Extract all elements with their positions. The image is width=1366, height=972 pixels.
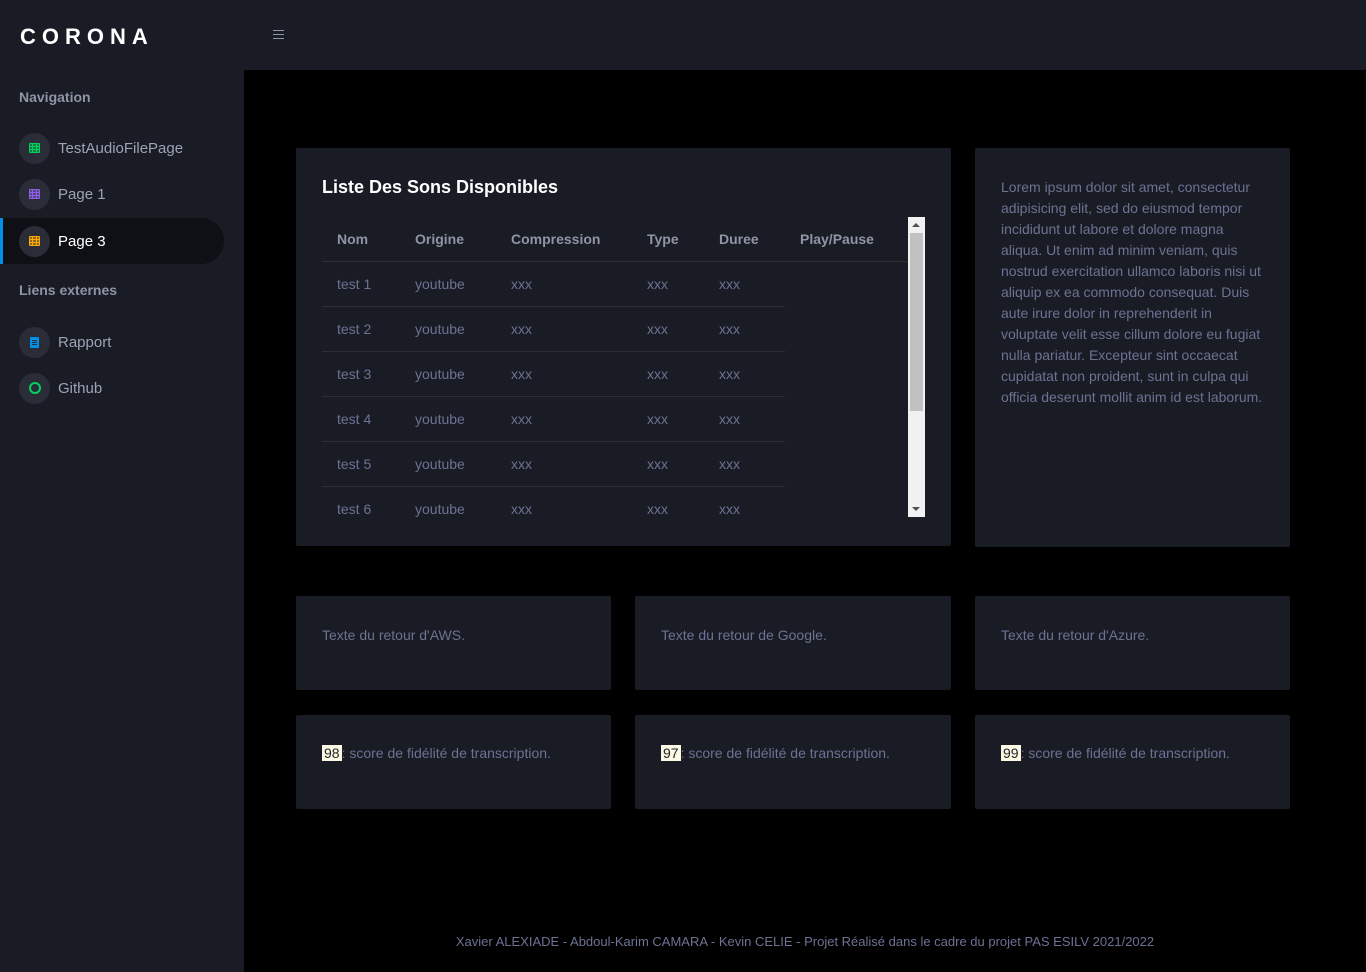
cell-compression: xxx — [496, 441, 632, 487]
column-header-compression: Compression — [496, 217, 632, 262]
cell-compression: xxx — [496, 306, 632, 352]
sidebar-item-github[interactable]: Github — [0, 365, 224, 411]
column-header-origine: Origine — [400, 217, 496, 262]
cell-origine: youtube — [400, 351, 496, 397]
description-card: Lorem ipsum dolor sit amet, consectetur … — [975, 148, 1290, 547]
cell-duree: xxx — [704, 351, 785, 397]
cell-nom: test 6 — [322, 486, 400, 517]
cell-compression: xxx — [496, 486, 632, 517]
cell-compression: xxx — [496, 351, 632, 397]
table-icon — [19, 225, 50, 257]
cell-type: xxx — [632, 396, 704, 442]
sounds-table-container[interactable]: Nom Origine Compression Type Duree Play/… — [322, 217, 925, 517]
aws-result-text: Texte du retour d'AWS. — [322, 627, 465, 643]
sounds-table: Nom Origine Compression Type Duree Play/… — [322, 217, 908, 517]
table-icon — [19, 132, 50, 164]
column-header-nom: Nom — [322, 217, 400, 262]
cell-duree: xxx — [704, 261, 785, 307]
cell-origine: youtube — [400, 486, 496, 517]
cell-type: xxx — [632, 486, 704, 517]
brand-logo[interactable]: CORONA — [20, 24, 154, 50]
cell-play-pause — [785, 351, 908, 396]
score-label: : score de fidélité de transcription. — [1020, 745, 1230, 761]
table-row: test 2 youtube xxx xxx xxx — [322, 306, 908, 352]
sidebar-item-page-1[interactable]: Page 1 — [0, 171, 224, 217]
sidebar-item-testaudiofilepage[interactable]: TestAudioFilePage — [0, 125, 224, 171]
menu-toggle-icon[interactable] — [273, 30, 284, 39]
github-icon — [19, 372, 50, 404]
table-scrollbar[interactable] — [908, 217, 925, 517]
cell-duree: xxx — [704, 486, 785, 517]
document-icon — [19, 326, 50, 358]
cell-type: xxx — [632, 261, 704, 307]
cell-nom: test 1 — [322, 261, 400, 307]
cell-play-pause — [785, 306, 908, 351]
sidebar-item-rapport[interactable]: Rapport — [0, 319, 224, 365]
table-row: test 3 youtube xxx xxx xxx — [322, 351, 908, 397]
cell-origine: youtube — [400, 261, 496, 307]
cell-duree: xxx — [704, 396, 785, 442]
cell-nom: test 2 — [322, 306, 400, 352]
table-header-row: Nom Origine Compression Type Duree Play/… — [322, 217, 908, 262]
aws-score-line: 98: score de fidélité de transcription. — [322, 745, 551, 761]
table-row: test 1 youtube xxx xxx xxx — [322, 261, 908, 307]
cell-origine: youtube — [400, 306, 496, 352]
cell-nom: test 4 — [322, 396, 400, 442]
cell-play-pause — [785, 396, 908, 441]
cell-play-pause — [785, 441, 908, 486]
card-title: Liste Des Sons Disponibles — [322, 177, 559, 197]
table-row: test 5 youtube xxx xxx xxx — [322, 441, 908, 487]
azure-result-text: Texte du retour d'Azure. — [1001, 627, 1150, 643]
google-score-card: 97: score de fidélité de transcription. — [635, 715, 951, 809]
cell-nom: test 3 — [322, 351, 400, 397]
top-navbar — [244, 0, 1366, 70]
description-text: Lorem ipsum dolor sit amet, consectetur … — [1001, 179, 1263, 405]
sidebar-item-label: TestAudioFilePage — [58, 139, 184, 157]
cell-type: xxx — [632, 351, 704, 397]
aws-score-badge: 98 — [322, 745, 342, 761]
scroll-down-arrow-icon[interactable] — [912, 507, 920, 511]
cell-play-pause — [785, 486, 908, 517]
cell-nom: test 5 — [322, 441, 400, 487]
google-result-text: Texte du retour de Google. — [661, 627, 827, 643]
cell-duree: xxx — [704, 441, 785, 487]
cell-type: xxx — [632, 306, 704, 352]
column-header-type: Type — [632, 217, 704, 262]
cell-compression: xxx — [496, 261, 632, 307]
sidebar-item-label: Page 3 — [58, 232, 106, 250]
sidebar-item-label: Rapport — [58, 333, 112, 351]
google-score-badge: 97 — [661, 745, 681, 761]
footer-credits: Xavier ALEXIADE - Abdoul-Karim CAMARA - … — [455, 934, 1155, 949]
aws-score-card: 98: score de fidélité de transcription. — [296, 715, 611, 809]
scroll-up-arrow-icon[interactable] — [912, 223, 920, 227]
aws-result-card: Texte du retour d'AWS. — [296, 596, 611, 690]
sidebar-item-label: Page 1 — [58, 185, 106, 203]
cell-type: xxx — [632, 441, 704, 487]
nav-heading: Navigation — [19, 89, 91, 105]
azure-score-badge: 99 — [1001, 745, 1021, 761]
sidebar: CORONA Navigation TestAudioFilePage Page… — [0, 0, 244, 972]
table-row: test 6 youtube xxx xxx xxx — [322, 486, 908, 517]
cell-compression: xxx — [496, 396, 632, 442]
column-header-play-pause: Play/Pause — [785, 217, 908, 262]
score-label: : score de fidélité de transcription. — [680, 745, 890, 761]
azure-score-line: 99: score de fidélité de transcription. — [1001, 745, 1230, 761]
table-icon — [19, 178, 50, 210]
scrollbar-thumb[interactable] — [910, 233, 923, 411]
google-result-card: Texte du retour de Google. — [635, 596, 951, 690]
table-row: test 4 youtube xxx xxx xxx — [322, 396, 908, 442]
azure-score-card: 99: score de fidélité de transcription. — [975, 715, 1290, 809]
cell-play-pause — [785, 261, 908, 306]
sidebar-item-page-3[interactable]: Page 3 — [0, 218, 224, 264]
column-header-duree: Duree — [704, 217, 785, 262]
google-score-line: 97: score de fidélité de transcription. — [661, 745, 890, 761]
external-links-heading: Liens externes — [19, 282, 118, 298]
cell-duree: xxx — [704, 306, 785, 352]
cell-origine: youtube — [400, 441, 496, 487]
cell-origine: youtube — [400, 396, 496, 442]
azure-result-card: Texte du retour d'Azure. — [975, 596, 1290, 690]
score-label: : score de fidélité de transcription. — [341, 745, 551, 761]
sidebar-item-label: Github — [58, 379, 103, 397]
sounds-card: Liste Des Sons Disponibles Nom Origine C… — [296, 148, 951, 546]
